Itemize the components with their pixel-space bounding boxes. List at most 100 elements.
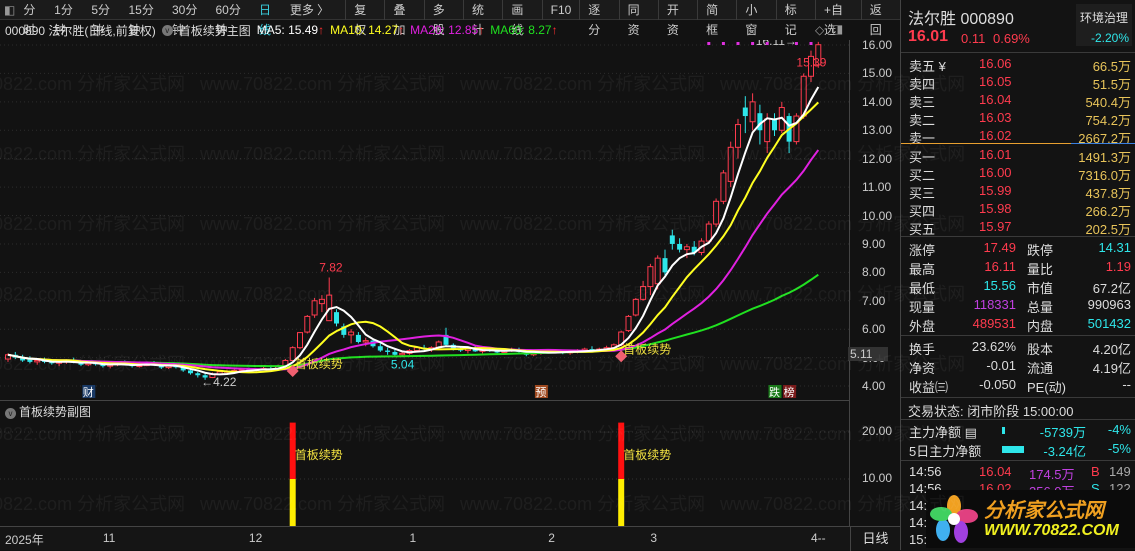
candle <box>647 263 654 296</box>
level-price: 16.06 <box>979 56 1012 71</box>
toolbar-button-11[interactable]: 标记 <box>775 0 815 37</box>
toolbar-button-4[interactable]: 画线 <box>502 0 541 37</box>
toolbar-button-13[interactable]: 返回 <box>860 0 900 37</box>
level-volume: 51.5万 <box>1092 77 1131 92</box>
diamond-icon[interactable]: ◇ <box>815 23 824 37</box>
candle <box>640 280 647 301</box>
date-axis: 日线 2025年 11 12 1 2 3 4-- <box>0 526 900 551</box>
flow-label: 主力净额 ▤ <box>909 425 977 440</box>
stat-value: -0.01 <box>986 358 1016 373</box>
last-label: 15.39 <box>796 55 826 69</box>
stat-label: 总量 <box>1027 300 1054 315</box>
bid-row[interactable]: 买五 15.97 202.5万 <box>909 219 1131 237</box>
toolbar-button-12[interactable]: +自选 <box>814 0 861 37</box>
svg-text:财: 财 <box>83 385 94 399</box>
level-volume: 7316.0万 <box>1078 168 1131 183</box>
date-label: 2025年 <box>5 533 44 547</box>
signal-label: 首板续势 <box>623 342 671 356</box>
level-label: 买三 <box>909 186 936 201</box>
layout-toggle-icon[interactable]: ◧ <box>0 0 19 20</box>
tick-price: 16.04 <box>979 464 1012 479</box>
tick-row[interactable]: 14:56 16.04 174.5万 B 149 <box>909 464 1131 482</box>
candle <box>735 118 741 159</box>
toolbar-button-8[interactable]: 开资 <box>657 0 697 37</box>
stat-label: 最低 <box>909 281 936 296</box>
candlestick-chart[interactable]: 7.82←4.225.0416.11→15.39首板续势首板续势财预跌榜 <box>0 40 850 400</box>
toolbar-button-5[interactable]: F10 <box>541 0 580 20</box>
stat-label: 净资 <box>909 361 936 376</box>
event-marker[interactable]: 跌 <box>768 385 782 399</box>
level-price: 16.00 <box>979 165 1012 180</box>
bid-row[interactable]: 买一 16.01 1491.3万 <box>909 147 1131 165</box>
candle <box>713 198 720 227</box>
event-marker[interactable]: 财 <box>82 385 96 399</box>
event-marker[interactable]: 榜 <box>783 385 797 399</box>
sub-chart[interactable]: v 首板续势副图 首板续势 首板续势 <box>0 400 850 526</box>
flow-value: -3.24亿 <box>1043 444 1086 459</box>
sector-badge[interactable]: 环境治理 -2.20% <box>1076 4 1132 46</box>
period-tab-4[interactable]: 30分钟 <box>168 0 212 37</box>
toolbar-button-6[interactable]: 逐分 <box>579 0 618 37</box>
candle <box>385 347 391 355</box>
stat-value: 15.56 <box>983 278 1016 293</box>
period-tab-1[interactable]: 1分钟 <box>50 0 87 37</box>
signal-dot <box>794 42 798 45</box>
toolbar-button-9[interactable]: 简框 <box>697 0 736 37</box>
toolbar-button-0[interactable]: 复权 <box>345 0 384 37</box>
panel-toggle-icon[interactable]: ◨ <box>832 22 843 36</box>
ask-row[interactable]: 卖五 ¥ 16.06 66.5万 <box>909 56 1131 74</box>
toolbar: ◧ 分时 1分钟 5分钟 15分钟 30分钟 60分钟 日线 更多 〉 复权 叠加 多股 统计 画线 F… <box>0 0 900 37</box>
stock-name: 法尔胜 000890 <box>908 11 1014 28</box>
period-label[interactable]: 日线 <box>850 527 900 551</box>
trade-status: 交易状态: 闭市阶段 15:00:00 <box>908 404 1074 419</box>
period-tab-7[interactable]: 更多 〉 <box>286 0 331 20</box>
stat-value: -- <box>1122 377 1131 392</box>
ask-row[interactable]: 卖二 16.03 754.2万 <box>909 110 1131 128</box>
indicator-dropdown-icon[interactable]: v <box>161 24 173 36</box>
date-label: 1 <box>409 531 417 545</box>
stat-label: 内盘 <box>1027 319 1054 334</box>
main-chart[interactable]: 7.82 ←4.22 5.04 16.11→ 15.39 首板续势 首板续势财预跌榜 <box>0 40 850 400</box>
stat-row: 净资 -0.01 流通 4.19亿 <box>909 358 1131 376</box>
indicator-name[interactable]: 首板续势主图 <box>179 22 251 39</box>
tick-time: 14:56 <box>909 464 942 479</box>
period-tab-0[interactable]: 分时 <box>19 0 50 37</box>
ma10-value: MA10: 14.27↑ <box>330 23 405 37</box>
ask-row[interactable]: 卖四 16.05 51.5万 <box>909 74 1131 92</box>
bid-row[interactable]: 买二 16.00 7316.0万 <box>909 165 1131 183</box>
tick-count: 149 <box>1109 464 1131 479</box>
ask-row[interactable]: 卖三 16.04 540.4万 <box>909 92 1131 110</box>
toolbar-button-10[interactable]: 小窗 <box>736 0 775 37</box>
bid-row[interactable]: 买四 15.98 266.2万 <box>909 201 1131 219</box>
period-tab-5[interactable]: 60分钟 <box>211 0 255 37</box>
toolbar-button-2[interactable]: 多股 <box>423 0 463 37</box>
date-label: 3 <box>650 531 658 545</box>
price-tick: 16.00 <box>862 38 893 52</box>
ma5-value: MA5: 15.49↑ <box>256 23 325 37</box>
stat-row: 换手 23.62% 股本 4.20亿 <box>909 339 1131 357</box>
stat-label: 跌停 <box>1027 243 1054 258</box>
stat-row: 最高 16.11 量比 1.19 <box>909 259 1131 277</box>
price-tick: 12.00 <box>862 151 893 166</box>
toolbar-button-1[interactable]: 叠加 <box>384 0 423 37</box>
level-label: 卖二 <box>909 113 936 128</box>
candle <box>355 332 361 344</box>
signal-label: 首板续势 <box>295 357 343 371</box>
candle <box>625 314 632 333</box>
period-tab-3[interactable]: 15分钟 <box>124 0 168 37</box>
level-price: 15.97 <box>979 219 1012 234</box>
signal-dot <box>809 42 813 45</box>
bid-row[interactable]: 买三 15.99 437.8万 <box>909 183 1131 201</box>
stat-row: 收益㈢ -0.050 PE(动) -- <box>909 377 1131 395</box>
period-tab-6[interactable]: 日线 <box>255 0 286 37</box>
toolbar-button-7[interactable]: 同资 <box>618 0 658 37</box>
level-price: 15.99 <box>979 183 1012 198</box>
event-marker[interactable]: 预 <box>534 385 548 399</box>
toolbar-button-3[interactable]: 统计 <box>463 0 502 37</box>
date-label: 12 <box>248 531 263 545</box>
period-tab-2[interactable]: 5分钟 <box>87 0 124 37</box>
level-price: 16.05 <box>979 74 1012 89</box>
price-change-pct: 0.69% <box>993 31 1030 46</box>
candle <box>304 314 311 334</box>
date-label: 4-- <box>811 531 826 545</box>
